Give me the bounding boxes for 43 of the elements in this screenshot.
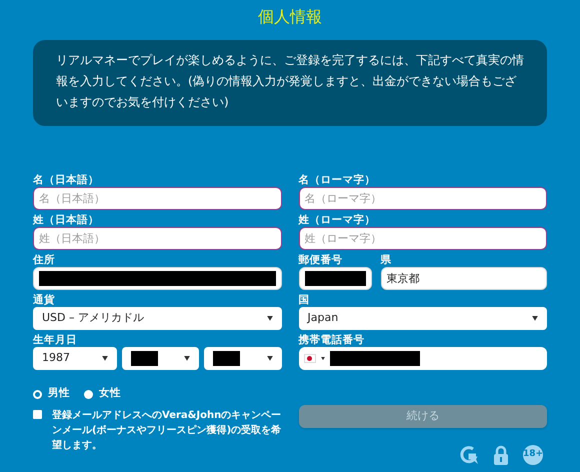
radio-label: 男性 <box>48 386 70 402</box>
redacted-block <box>131 351 158 366</box>
dropdown-caret-icon <box>266 356 272 361</box>
field-label: 姓（ローマ字） <box>298 213 376 227</box>
age-restriction-badge: 18+ <box>523 445 543 465</box>
field-label: 郵便番号 <box>298 253 344 267</box>
text-input-field[interactable]: 姓（日本語） <box>33 227 282 250</box>
radio-button[interactable] <box>84 390 93 398</box>
japan-flag-icon <box>304 354 316 363</box>
field-label: 住所 <box>33 253 56 267</box>
dropdown-caret-icon <box>320 356 324 360</box>
phone-input-field[interactable] <box>298 347 547 370</box>
radio-label: 女性 <box>99 386 121 402</box>
notice-text: リアルマネーでプレイが楽しめるように、ご登録を完了するには、下記すべて真実の情報を入力してください。(偽りの情報入力が発覚しますと、出金ができない場合もございますのでお気を付けください) <box>56 52 524 111</box>
field-label: 携帯電話番号 <box>298 333 366 347</box>
select-dropdown[interactable]: USD – アメリカドル <box>33 307 282 330</box>
select-dropdown[interactable]: Japan <box>298 307 547 330</box>
text-input-field[interactable]: 東京都 <box>380 267 547 290</box>
dropdown-caret-icon <box>266 316 272 321</box>
text-input-field[interactable]: 名（ローマ字） <box>298 187 547 210</box>
dropdown-caret-icon <box>184 356 190 361</box>
page-title: 個人情報 <box>258 6 322 28</box>
redacted-block <box>304 271 366 286</box>
select-dropdown[interactable] <box>204 347 282 370</box>
newsletter-checkbox[interactable] <box>33 410 42 419</box>
field-label: 通貨 <box>33 293 56 307</box>
gamcare-logo-icon <box>459 445 479 465</box>
dropdown-caret-icon <box>532 316 538 321</box>
text-input-field[interactable]: 姓（ローマ字） <box>298 227 547 250</box>
field-label: 生年月日 <box>33 333 78 347</box>
lock-icon <box>493 445 509 465</box>
field-label: 国 <box>298 293 310 307</box>
text-input-field[interactable]: 名（日本語） <box>33 187 282 210</box>
select-dropdown[interactable]: 1987 <box>33 347 117 370</box>
field-label: 名（ローマ字） <box>298 173 376 187</box>
redacted-block <box>213 351 240 366</box>
select-dropdown[interactable] <box>122 347 200 370</box>
dropdown-caret-icon <box>102 356 108 361</box>
field-label: 県 <box>380 253 392 267</box>
radio-button[interactable] <box>33 390 42 398</box>
newsletter-label: 登録メールアドレスへのVera&Johnのキャンペーンメール(ボーナスやフリースピン獲得)の受取を希望します。 <box>52 408 282 453</box>
field-label: 姓（日本語） <box>33 213 100 227</box>
field-label: 名（日本語） <box>33 173 100 187</box>
